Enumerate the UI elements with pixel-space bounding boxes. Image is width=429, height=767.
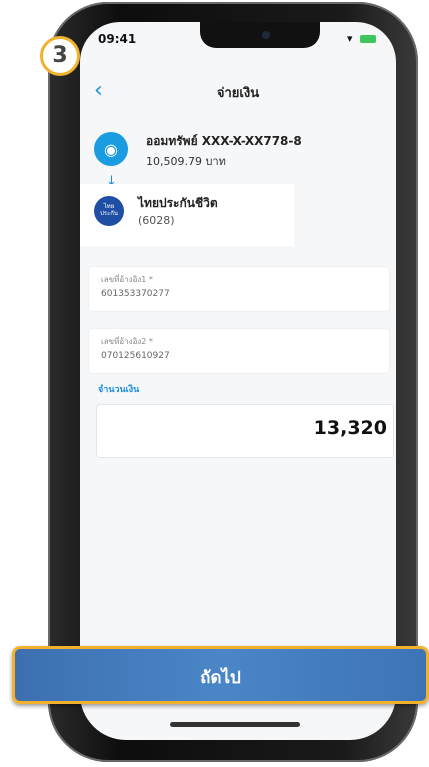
status-icons: ▾ bbox=[347, 32, 376, 45]
reference-2-value: 070125610927 bbox=[101, 351, 170, 361]
biller-logo-icon: ไทย ประกัน bbox=[94, 196, 124, 226]
header: ‹ จ่ายเงิน bbox=[80, 78, 396, 108]
account-name: ออมทรัพย์ XXX-X-XX778-8 bbox=[146, 134, 302, 148]
home-indicator bbox=[170, 722, 300, 727]
battery-icon bbox=[360, 35, 376, 43]
account-balance: 10,509.79 บาท bbox=[146, 155, 226, 168]
phone-notch bbox=[200, 22, 320, 48]
wifi-icon: ▾ bbox=[346, 32, 356, 45]
page-title: จ่ายเงิน bbox=[216, 86, 260, 101]
biller-card[interactable]: ไทย ประกัน ไทยประกันชีวิต (6028) bbox=[80, 184, 294, 246]
amount-input[interactable]: 13,320 bbox=[96, 404, 394, 458]
reference-2-label: เลขที่อ้างอิง2 * bbox=[101, 337, 153, 346]
app-screen: 09:41 ▾ ‹ จ่ายเงิน ◉ ออมทรัพย์ XXX-X-XX7… bbox=[80, 22, 396, 740]
reference-1-value: 601353370277 bbox=[101, 289, 170, 299]
amount-label: จำนวนเงิน bbox=[98, 385, 140, 395]
status-time: 09:41 bbox=[98, 32, 137, 46]
reference-1-label: เลขที่อ้างอิง1 * bbox=[101, 275, 153, 284]
reference-1-field[interactable]: เลขที่อ้างอิง1 * 601353370277 bbox=[88, 266, 390, 312]
camera-icon bbox=[262, 31, 270, 39]
amount-value: 13,320 bbox=[313, 417, 387, 439]
bank-logo-icon: ◉ bbox=[94, 132, 128, 166]
next-button-label: ถัดไป bbox=[200, 668, 241, 688]
biller-code: (6028) bbox=[138, 214, 175, 227]
next-button[interactable]: ถัดไป bbox=[12, 646, 429, 704]
step-badge: 3 bbox=[40, 36, 80, 76]
biller-name: ไทยประกันชีวิต bbox=[138, 196, 218, 210]
reference-2-field[interactable]: เลขที่อ้างอิง2 * 070125610927 bbox=[88, 328, 390, 374]
